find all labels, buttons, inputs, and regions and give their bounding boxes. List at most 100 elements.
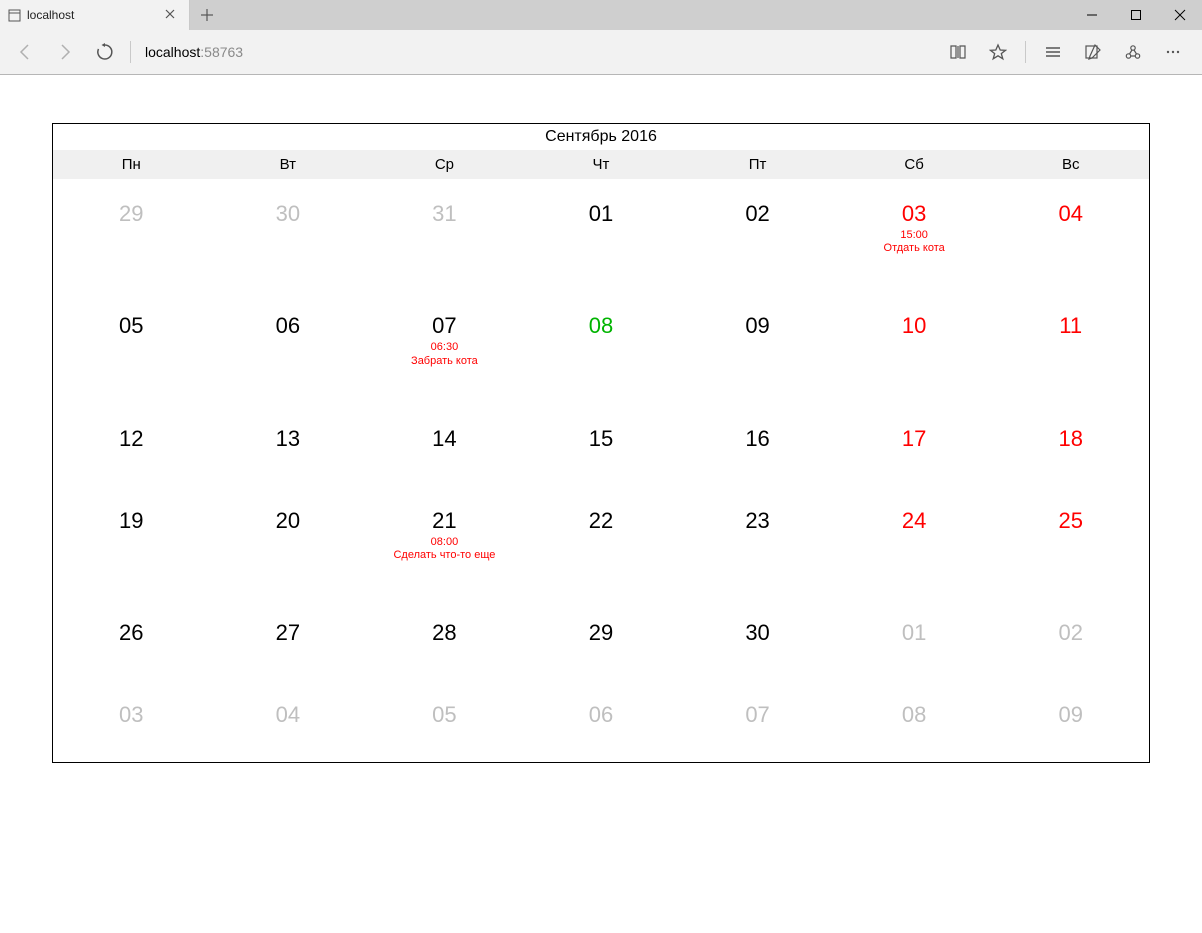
calendar-cell[interactable]: 09 xyxy=(992,680,1149,762)
day-number: 03 xyxy=(57,704,206,726)
day-number: 13 xyxy=(214,428,363,450)
share-button[interactable] xyxy=(1114,34,1152,70)
calendar-cell[interactable]: 28 xyxy=(366,598,523,680)
day-number: 01 xyxy=(840,622,989,644)
calendar-cell[interactable]: 03 15:00Отдать кота xyxy=(836,179,993,291)
calendar-cell[interactable]: 30 xyxy=(210,179,367,291)
calendar-cell[interactable]: 08 xyxy=(836,680,993,762)
calendar-cell[interactable]: 29 xyxy=(53,179,210,291)
calendar-cell[interactable]: 03 xyxy=(53,680,210,762)
calendar-cell[interactable]: 21 08:00Сделать что-то еще xyxy=(366,486,523,598)
day-number: 06 xyxy=(527,704,676,726)
calendar-cell[interactable]: 06 xyxy=(523,680,680,762)
calendar-cell[interactable]: 19 xyxy=(53,486,210,598)
weekday-header-cell: Вс xyxy=(992,150,1149,179)
calendar-title: Сентябрь 2016 xyxy=(53,124,1149,150)
calendar-cell[interactable]: 07 xyxy=(679,680,836,762)
calendar-cell[interactable]: 0706:30Забрать кота xyxy=(366,291,523,403)
day-number: 11 xyxy=(996,315,1145,337)
favorite-button[interactable] xyxy=(979,34,1017,70)
day-number: 29 xyxy=(57,203,206,225)
day-number: 06 xyxy=(214,315,363,337)
calendar-cell[interactable]: 18 xyxy=(992,404,1149,486)
calendar-cell[interactable]: 16 xyxy=(679,404,836,486)
day-number: 09 xyxy=(683,315,832,337)
calendar-cell[interactable]: 20 xyxy=(210,486,367,598)
calendar-cell[interactable]: 04 xyxy=(210,680,367,762)
calendar-cell[interactable]: 05 xyxy=(366,680,523,762)
window-close-button[interactable] xyxy=(1158,0,1202,30)
day-number: 31 xyxy=(370,203,519,225)
calendar-cell[interactable]: 29 xyxy=(523,598,680,680)
separator xyxy=(130,41,131,63)
day-number: 01 xyxy=(527,203,676,225)
day-number: 04 xyxy=(996,203,1145,225)
calendar-cell[interactable]: 25 xyxy=(992,486,1149,598)
calendar-cell[interactable]: 24 xyxy=(836,486,993,598)
calendar-cell[interactable]: 26 xyxy=(53,598,210,680)
calendar-cell[interactable]: 27 xyxy=(210,598,367,680)
day-number: 04 xyxy=(214,704,363,726)
day-number: 25 xyxy=(996,510,1145,532)
weekday-header-cell: Вт xyxy=(210,150,367,179)
calendar-cell[interactable]: 23 xyxy=(679,486,836,598)
window-minimize-button[interactable] xyxy=(1070,0,1114,30)
more-button[interactable] xyxy=(1154,34,1192,70)
day-number: 02 xyxy=(683,203,832,225)
weekday-header-cell: Пт xyxy=(679,150,836,179)
calendar-cell[interactable]: 15 xyxy=(523,404,680,486)
address-host: localhost xyxy=(145,44,200,60)
day-number: 21 xyxy=(370,510,519,532)
calendar-cell[interactable]: 10 xyxy=(836,291,993,403)
refresh-button[interactable] xyxy=(86,34,124,70)
calendar-cell[interactable]: 30 xyxy=(679,598,836,680)
page-icon xyxy=(8,9,21,22)
calendar-cell[interactable]: 14 xyxy=(366,404,523,486)
address-port: :58763 xyxy=(200,44,243,60)
day-number: 14 xyxy=(370,428,519,450)
tabstrip: localhost xyxy=(0,0,1202,30)
browser-tab[interactable]: localhost xyxy=(0,0,190,30)
calendar-cell[interactable]: 13 xyxy=(210,404,367,486)
window-maximize-button[interactable] xyxy=(1114,0,1158,30)
calendar-cell[interactable]: 12 xyxy=(53,404,210,486)
day-events: 08:00Сделать что-то еще xyxy=(370,536,519,562)
day-number: 22 xyxy=(527,510,676,532)
day-number: 09 xyxy=(996,704,1145,726)
tab-close-button[interactable] xyxy=(161,6,179,24)
calendar-cell[interactable]: 01 xyxy=(836,598,993,680)
window-controls xyxy=(1070,0,1202,30)
event-text: Отдать кота xyxy=(840,242,989,255)
calendar-cell[interactable]: 09 xyxy=(679,291,836,403)
day-number: 03 xyxy=(840,203,989,225)
calendar-cell[interactable]: 08 xyxy=(523,291,680,403)
calendar-cell[interactable]: 01 xyxy=(523,179,680,291)
calendar-cell[interactable]: 06 xyxy=(210,291,367,403)
calendar-cell[interactable]: 31 xyxy=(366,179,523,291)
weekday-header-cell: Чт xyxy=(523,150,680,179)
new-tab-button[interactable] xyxy=(190,0,224,30)
reading-view-button[interactable] xyxy=(939,34,977,70)
calendar-cell[interactable]: 05 xyxy=(53,291,210,403)
address-bar[interactable]: localhost:58763 xyxy=(141,44,937,60)
calendar-cell[interactable]: 04 xyxy=(992,179,1149,291)
day-number: 08 xyxy=(527,315,676,337)
calendar-cell[interactable]: 02 xyxy=(992,598,1149,680)
calendar-cell[interactable]: 17 xyxy=(836,404,993,486)
web-note-button[interactable] xyxy=(1074,34,1112,70)
day-number: 12 xyxy=(57,428,206,450)
calendar-cell[interactable]: 11 xyxy=(992,291,1149,403)
weekday-header-cell: Пн xyxy=(53,150,210,179)
calendar-weekday-header: ПнВтСрЧтПтСбВс xyxy=(53,150,1149,179)
toolbar-right xyxy=(939,34,1196,70)
day-number: 30 xyxy=(683,622,832,644)
calendar-cell[interactable]: 02 xyxy=(679,179,836,291)
calendar-cell[interactable]: 22 xyxy=(523,486,680,598)
forward-button[interactable] xyxy=(46,34,84,70)
day-number: 29 xyxy=(527,622,676,644)
day-number: 23 xyxy=(683,510,832,532)
tab-title: localhost xyxy=(27,8,155,22)
back-button[interactable] xyxy=(6,34,44,70)
day-events: 15:00Отдать кота xyxy=(840,229,989,255)
hub-button[interactable] xyxy=(1034,34,1072,70)
